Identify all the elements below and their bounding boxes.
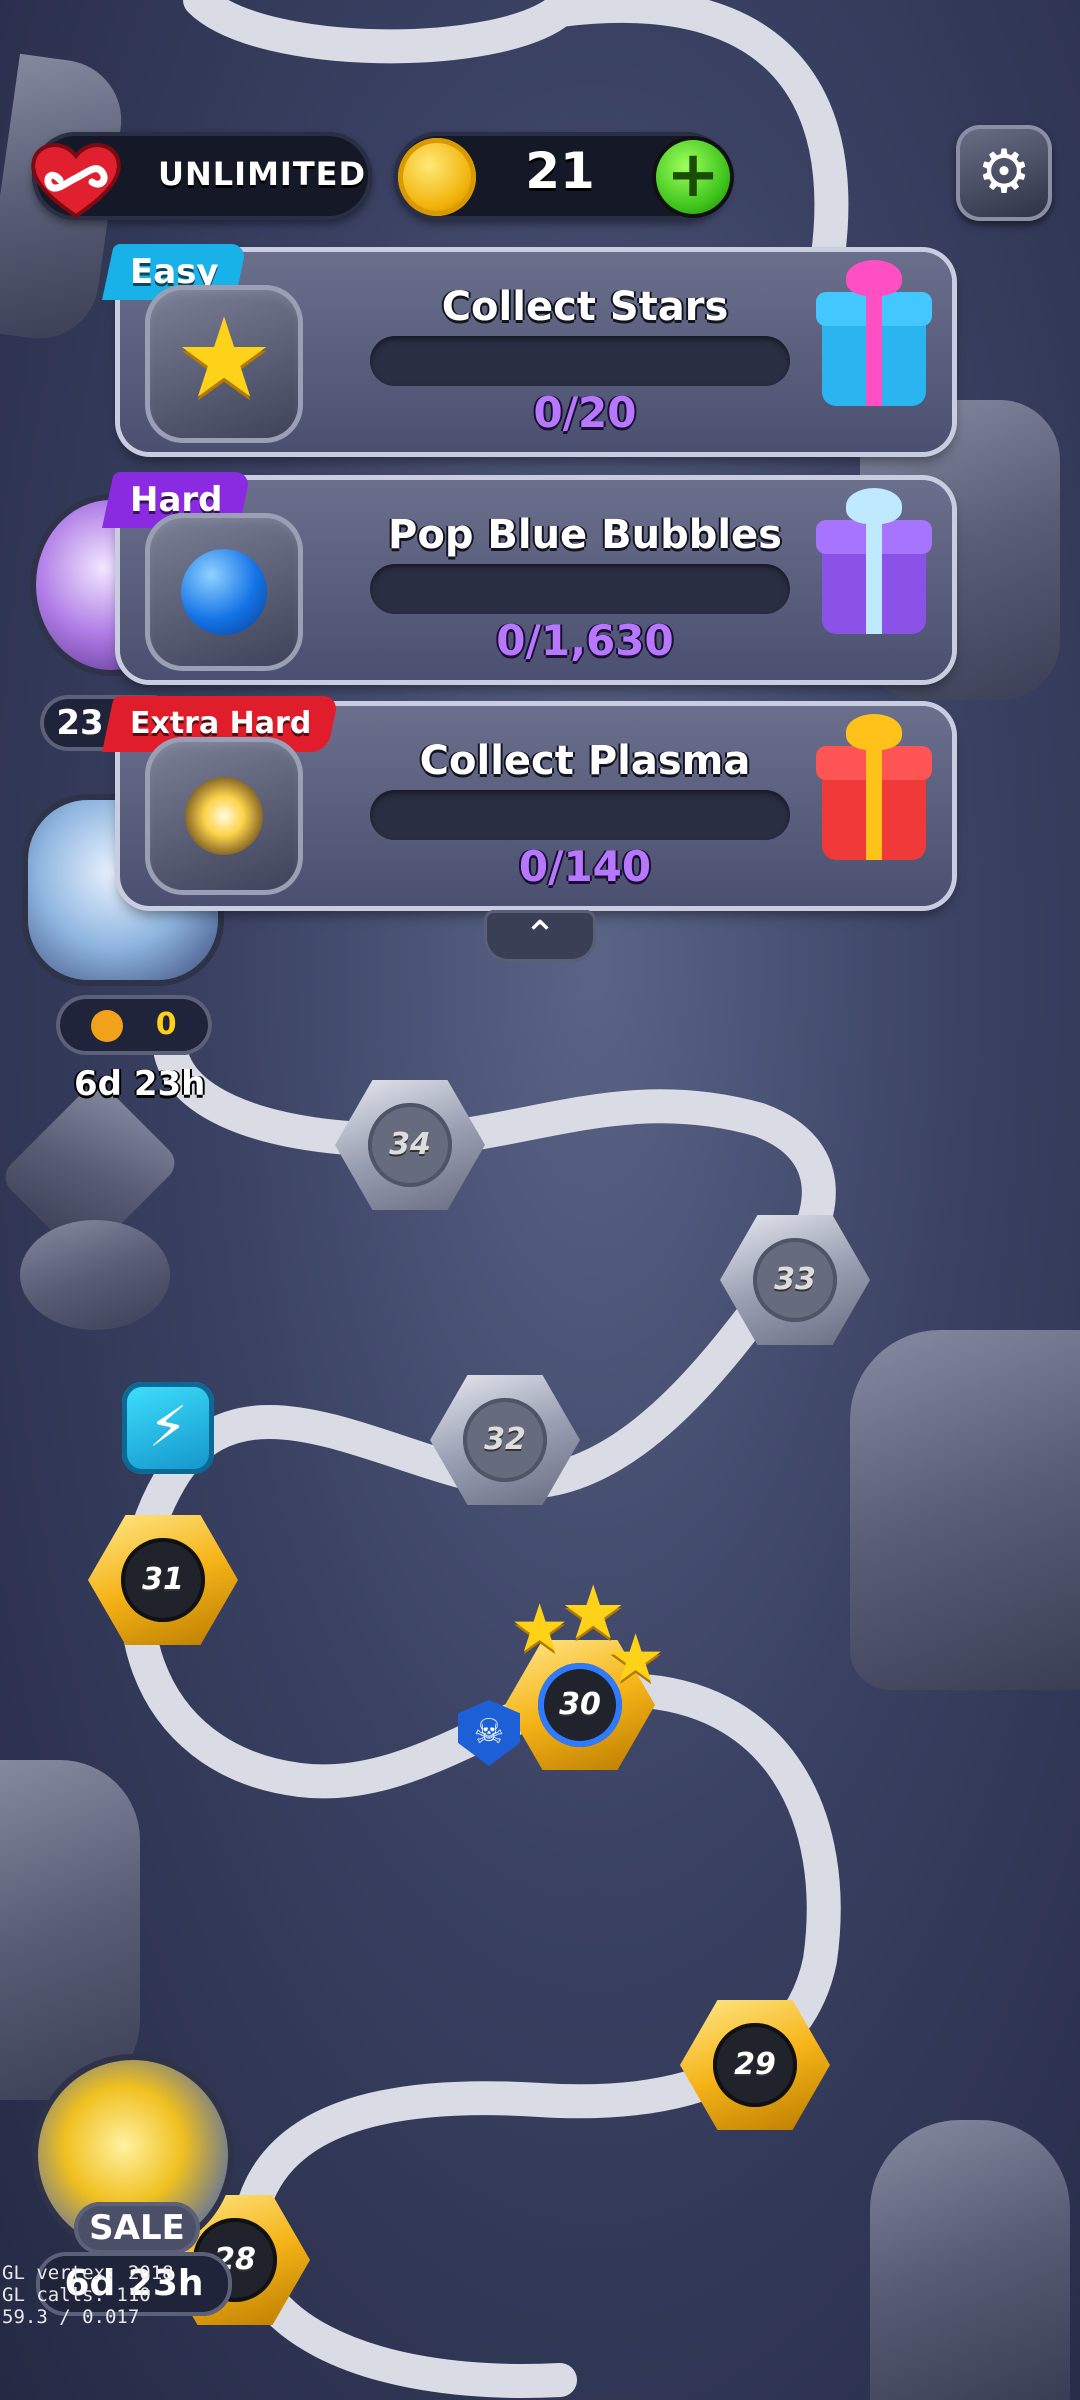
chevron-up-icon: ⌃ <box>523 913 557 959</box>
mission-progress-text: 0/1,630 <box>496 616 674 665</box>
debug-line: GL vertex: 2018 <box>2 2262 174 2284</box>
purple-gift-icon <box>816 488 932 634</box>
add-coins-button[interactable]: + <box>656 140 730 214</box>
mission-progress-bar <box>370 336 790 386</box>
lives-label: UNLIMITED <box>158 155 367 193</box>
mission-progress-text: 0/140 <box>518 842 652 891</box>
mission-icon-box <box>145 513 303 671</box>
mission-progress-text: 0/20 <box>533 388 637 437</box>
plus-icon: + <box>666 138 720 212</box>
gear-icon: ⚙ <box>977 137 1031 207</box>
star-icon: ★ <box>174 294 274 422</box>
star-icon: ★ <box>606 1620 666 1697</box>
mission-title: Pop Blue Bubbles <box>388 512 782 558</box>
infinity-heart-icon <box>31 143 121 219</box>
mission-icon-box: ★ <box>145 285 303 443</box>
debug-line: 59.3 / 0.017 <box>2 2306 140 2328</box>
blue-bubble-icon <box>181 549 267 635</box>
mission-icon-box <box>145 737 303 895</box>
plasma-beam-icon <box>185 777 263 855</box>
mission-title: Collect Stars <box>441 284 729 330</box>
settings-button[interactable]: ⚙ <box>956 125 1052 221</box>
collapse-missions-button[interactable]: ⌃ <box>484 910 596 962</box>
lightning-icon[interactable]: ⚡ <box>122 1382 214 1474</box>
side-event-2-counter: 0 <box>56 995 212 1055</box>
side-event-2-timer: 6d 23h <box>74 1064 206 1104</box>
mission-progress-bar <box>370 790 790 840</box>
red-gift-icon <box>816 714 932 860</box>
sale-badge: SALE <box>74 2202 200 2254</box>
blue-gift-icon <box>816 260 932 406</box>
mission-progress-bar <box>370 564 790 614</box>
coins-value: 21 <box>525 142 595 200</box>
token-icon <box>91 1009 124 1042</box>
debug-line: GL calls: 110 <box>2 2284 151 2306</box>
coin-icon <box>398 138 476 216</box>
